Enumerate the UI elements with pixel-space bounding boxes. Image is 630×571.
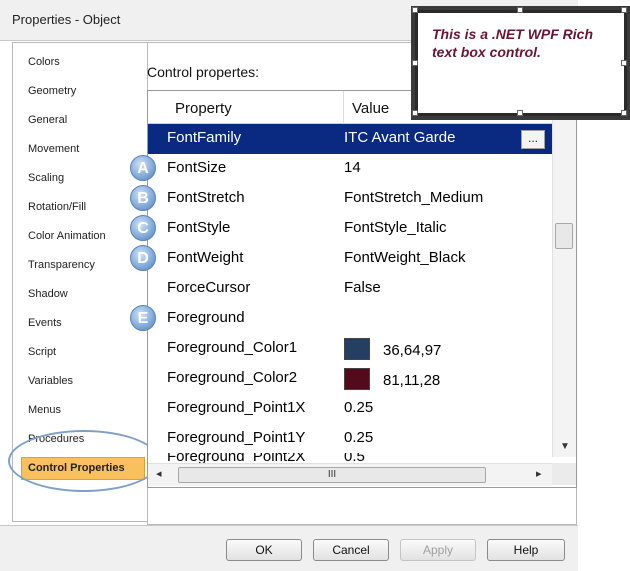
- scroll-right-icon[interactable]: ▸: [536, 467, 542, 480]
- property-value[interactable]: 36,64,97: [383, 342, 441, 359]
- property-value[interactable]: 0.25: [344, 429, 373, 446]
- row-foreground-point1x[interactable]: Foreground_Point1X 0.25: [148, 394, 552, 424]
- sidebar-item-color-animation[interactable]: Color Animation: [28, 230, 106, 242]
- property-name: FontStyle: [167, 219, 231, 236]
- color-swatch[interactable]: [344, 338, 370, 360]
- property-value[interactable]: FontStretch_Medium: [344, 189, 483, 206]
- property-name: Foreground_Color2: [167, 369, 298, 386]
- ok-button[interactable]: OK: [226, 539, 302, 561]
- row-fontstyle[interactable]: FontStyle FontStyle_Italic: [148, 214, 552, 244]
- sidebar-item-colors[interactable]: Colors: [28, 56, 60, 68]
- row-fontstretch[interactable]: FontStretch FontStretch_Medium: [148, 184, 552, 214]
- callout-text: This is a .NET WPF Rich text box control…: [432, 26, 594, 60]
- row-foreground-color2[interactable]: Foreground_Color2 81,11,28: [148, 364, 552, 394]
- property-value[interactable]: 81,11,28: [383, 372, 440, 389]
- row-foreground[interactable]: Foreground: [148, 304, 552, 334]
- vertical-scrollbar[interactable]: ▼: [552, 91, 576, 457]
- scroll-corner: [552, 463, 576, 485]
- sidebar-item-rotation-fill[interactable]: Rotation/Fill: [28, 201, 86, 213]
- sidebar-item-movement[interactable]: Movement: [28, 143, 79, 155]
- ellipsis-button[interactable]: ...: [521, 130, 545, 149]
- annotation-badge-b: B: [130, 185, 156, 211]
- sidebar-item-events[interactable]: Events: [28, 317, 62, 329]
- horizontal-scroll-thumb[interactable]: III: [178, 467, 486, 483]
- sidebar-item-shadow[interactable]: Shadow: [28, 288, 68, 300]
- resize-handle[interactable]: [412, 110, 418, 116]
- sidebar-item-general[interactable]: General: [28, 114, 67, 126]
- dialog-footer: OK Cancel Apply Help: [0, 525, 578, 571]
- property-name: Foreground_Point1X: [167, 399, 306, 416]
- property-name: FontFamily: [167, 129, 242, 146]
- property-name: ForceCursor: [167, 279, 251, 296]
- resize-handle[interactable]: [621, 60, 627, 66]
- vertical-scroll-thumb[interactable]: [555, 223, 573, 249]
- property-name: FontSize: [167, 159, 227, 176]
- apply-button[interactable]: Apply: [400, 539, 476, 561]
- row-fontfamily[interactable]: FontFamily ITC Avant Garde ...: [148, 124, 552, 154]
- row-foreground-point1y[interactable]: Foreground_Point1Y 0.25: [148, 424, 552, 454]
- property-name: FontWeight: [167, 249, 244, 266]
- property-value[interactable]: 14: [344, 159, 361, 176]
- property-value[interactable]: 0.25: [344, 399, 373, 416]
- sidebar-item-geometry[interactable]: Geometry: [28, 85, 76, 97]
- annotation-badge-e: E: [130, 305, 156, 331]
- rich-text-box-callout: This is a .NET WPF Rich text box control…: [412, 7, 627, 116]
- annotation-badge-d: D: [130, 245, 156, 271]
- row-fontweight[interactable]: FontWeight FontWeight_Black: [148, 244, 552, 274]
- sidebar-item-transparency[interactable]: Transparency: [28, 259, 95, 271]
- property-value[interactable]: FontStyle_Italic: [344, 219, 447, 236]
- header-value[interactable]: Value: [352, 100, 389, 117]
- row-foreground-color1[interactable]: Foreground_Color1 36,64,97: [148, 334, 552, 364]
- resize-handle[interactable]: [517, 7, 523, 13]
- annotation-badge-a: A: [130, 155, 156, 181]
- header-separator: [343, 91, 344, 123]
- resize-handle[interactable]: [412, 60, 418, 66]
- scroll-left-icon[interactable]: ◂: [156, 467, 162, 480]
- sidebar-item-scaling[interactable]: Scaling: [28, 172, 64, 184]
- property-name: Foreground_Point1Y: [167, 429, 306, 446]
- help-button[interactable]: Help: [487, 539, 565, 561]
- property-name: Foreground_Color1: [167, 339, 298, 356]
- property-grid: Property Value FontFamily ITC Avant Gard…: [147, 90, 577, 488]
- resize-handle[interactable]: [517, 110, 523, 116]
- property-name: FontStretch: [167, 189, 245, 206]
- annotation-badge-c: C: [130, 215, 156, 241]
- property-value[interactable]: FontWeight_Black: [344, 249, 465, 266]
- property-name: Foreground: [167, 309, 245, 326]
- resize-handle[interactable]: [621, 7, 627, 13]
- sidebar-item-menus[interactable]: Menus: [28, 404, 61, 416]
- color-swatch[interactable]: [344, 368, 370, 390]
- window-title: Properties - Object: [12, 12, 121, 27]
- sidebar-item-variables[interactable]: Variables: [28, 375, 73, 387]
- horizontal-scrollbar[interactable]: ◂ III ▸: [148, 463, 552, 486]
- resize-handle[interactable]: [621, 110, 627, 116]
- scroll-grip-icon: III: [327, 469, 337, 480]
- header-property[interactable]: Property: [175, 100, 232, 117]
- property-value[interactable]: ITC Avant Garde: [344, 129, 455, 146]
- scroll-down-icon[interactable]: ▼: [560, 441, 570, 452]
- property-value[interactable]: False: [344, 279, 381, 296]
- resize-handle[interactable]: [412, 7, 418, 13]
- highlight-ellipse: [8, 430, 160, 492]
- sidebar-item-script[interactable]: Script: [28, 346, 56, 358]
- cancel-button[interactable]: Cancel: [313, 539, 389, 561]
- row-forcecursor[interactable]: ForceCursor False: [148, 274, 552, 304]
- row-fontsize[interactable]: FontSize 14: [148, 154, 552, 184]
- control-properties-label: Control propertes:: [147, 64, 260, 80]
